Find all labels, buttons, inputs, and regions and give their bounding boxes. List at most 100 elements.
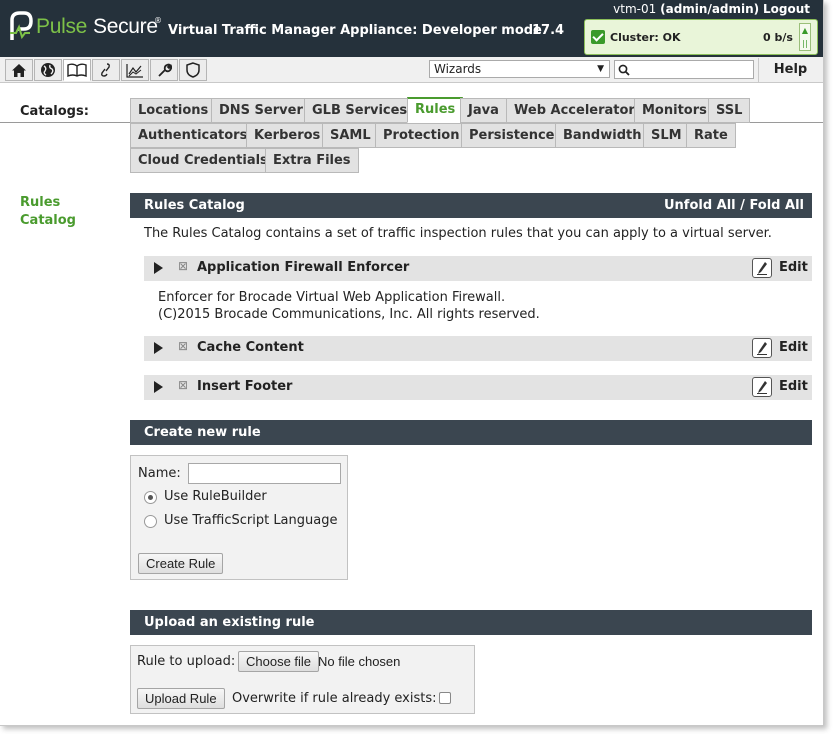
rule-name-input[interactable] [188,463,341,484]
name-label: Name: [138,466,181,481]
edit-button[interactable] [752,377,772,397]
rule-name[interactable]: Application Firewall Enforcer [197,260,409,275]
check-icon [591,30,605,44]
chart-button[interactable] [121,59,149,81]
create-rule-form: Name: Use RuleBuilder Use TrafficScript … [130,455,348,580]
tab-ssl[interactable]: SSL [708,98,751,123]
app-title: Virtual Traffic Manager Appliance: Devel… [168,23,542,38]
tab-bandwidth[interactable]: Bandwidth [555,123,650,148]
user-info: vtm-01 (admin/admin) Logout [600,2,810,16]
edit-link[interactable]: Edit [779,260,808,275]
link-icon [101,63,110,77]
pencil-icon [757,262,767,275]
user-name: (admin/admin) [660,2,760,16]
tab-rate[interactable]: Rate [686,123,736,148]
upload-rule-form: Rule to upload: Choose file No file chos… [130,645,475,714]
delete-x-icon[interactable]: ⊠ [178,339,188,353]
trafficscript-radio[interactable] [144,515,157,528]
tab-locations[interactable]: Locations [130,98,217,123]
tab-extra-files[interactable]: Extra Files [265,148,359,173]
tab-persistence[interactable]: Persistence [461,123,563,148]
pulse-logo-icon [10,11,33,40]
chart-icon [126,63,143,78]
file-status-text: No file chosen [318,654,401,669]
tab-monitors[interactable]: Monitors [634,98,715,123]
edit-link[interactable]: Edit [779,379,808,394]
sidebar-item-rules-catalog[interactable]: Rules Catalog [20,194,76,230]
logo-text-secure: Secure [93,15,158,38]
tab-java[interactable]: Java [460,98,507,123]
delete-x-icon[interactable]: ⊠ [178,259,188,273]
page-frame: Pulse Secure ® Virtual Traffic Manager A… [0,0,824,726]
tab-web-accelerator[interactable]: Web Accelerator [506,98,643,123]
globe-icon [41,63,55,77]
rules-catalog-header: Rules Catalog Unfold All / Fold All [130,193,812,218]
cluster-expand-toggle[interactable]: ▲ || [799,23,811,51]
upload-rule-header: Upload an existing rule [130,610,812,635]
search-icon [618,64,630,76]
catalogs-label: Catalogs: [20,104,89,119]
delete-x-icon[interactable]: ⊠ [178,378,188,392]
host-name: vtm-01 [613,2,657,16]
create-rule-button[interactable]: Create Rule [138,553,224,574]
tab-cloud-credentials[interactable]: Cloud Credentials [130,148,276,173]
tab-authenticators[interactable]: Authenticators [130,123,256,148]
sidebar-item-label-line1: Rules [20,195,61,210]
rule-row: ⊠ Application Firewall Enforcer Edit [144,256,812,281]
expand-triangle-icon[interactable] [154,342,163,354]
expand-triangle-icon[interactable] [154,262,163,274]
book-icon [67,63,87,77]
pencil-icon [757,381,767,394]
home-button[interactable] [5,59,33,81]
wizards-dropdown[interactable]: Wizards ▼ [429,60,610,78]
help-button[interactable]: Help [758,58,822,82]
cluster-throughput: 0 b/s [763,31,793,44]
rule-name[interactable]: Cache Content [197,340,304,355]
tab-slm[interactable]: SLM [643,123,690,148]
edit-button[interactable] [752,338,772,358]
wrench-button[interactable] [150,59,178,81]
choose-file-button[interactable]: Choose file [238,651,320,672]
shield-button[interactable] [179,59,207,81]
app-header: Pulse Secure ® Virtual Traffic Manager A… [0,0,823,57]
tab-saml[interactable]: SAML [322,123,379,148]
chevron-down-icon: ▼ [597,64,604,74]
upload-rule-title: Upload an existing rule [144,615,315,630]
cluster-status-panel[interactable]: Cluster: OK 0 b/s ▲ || [584,19,818,55]
link-button[interactable] [92,59,120,81]
logo-trademark: ® [154,16,162,25]
trafficscript-radio-label[interactable]: Use TrafficScript Language [164,513,337,528]
upload-rule-button[interactable]: Upload Rule [137,688,225,709]
tab-dns-server[interactable]: DNS Server [211,98,311,123]
overwrite-checkbox[interactable] [439,692,451,704]
catalogs-button[interactable] [63,59,91,81]
rule-row: ⊠ Insert Footer Edit [144,375,812,400]
globe-button[interactable] [34,59,62,81]
tab-glb-services[interactable]: GLB Services [304,98,416,123]
expand-triangle-icon[interactable] [154,381,163,393]
tab-protection[interactable]: Protection [375,123,468,148]
main-toolbar: Wizards ▼ Help [0,57,823,83]
sidebar-item-label-line2: Catalog [20,213,76,228]
app-version: 17.4 [532,23,565,38]
pulse-secure-logo: Pulse Secure ® [8,10,162,46]
edit-link[interactable]: Edit [779,340,808,355]
overwrite-label: Overwrite if rule already exists: [232,691,437,706]
rule-description-line1: Enforcer for Brocade Virtual Web Applica… [158,290,506,305]
create-rule-title: Create new rule [144,425,261,440]
logout-link[interactable]: Logout [763,2,810,16]
rule-description-line2: (C)2015 Brocade Communications, Inc. All… [158,307,540,322]
edit-button[interactable] [752,258,772,278]
rulebuilder-radio[interactable] [144,491,157,504]
search-input[interactable] [614,60,754,79]
home-icon [12,63,26,77]
tab-kerberos[interactable]: Kerberos [246,123,329,148]
rulebuilder-radio-label[interactable]: Use RuleBuilder [164,489,267,504]
tab-rules[interactable]: Rules [407,97,464,123]
rules-catalog-title: Rules Catalog [144,198,245,213]
logo-text-pulse: Pulse [36,15,88,38]
unfold-fold-all-link[interactable]: Unfold All / Fold All [664,193,804,218]
rule-name[interactable]: Insert Footer [197,379,292,394]
pencil-icon [757,342,767,355]
rule-row: ⊠ Cache Content Edit [144,336,812,361]
